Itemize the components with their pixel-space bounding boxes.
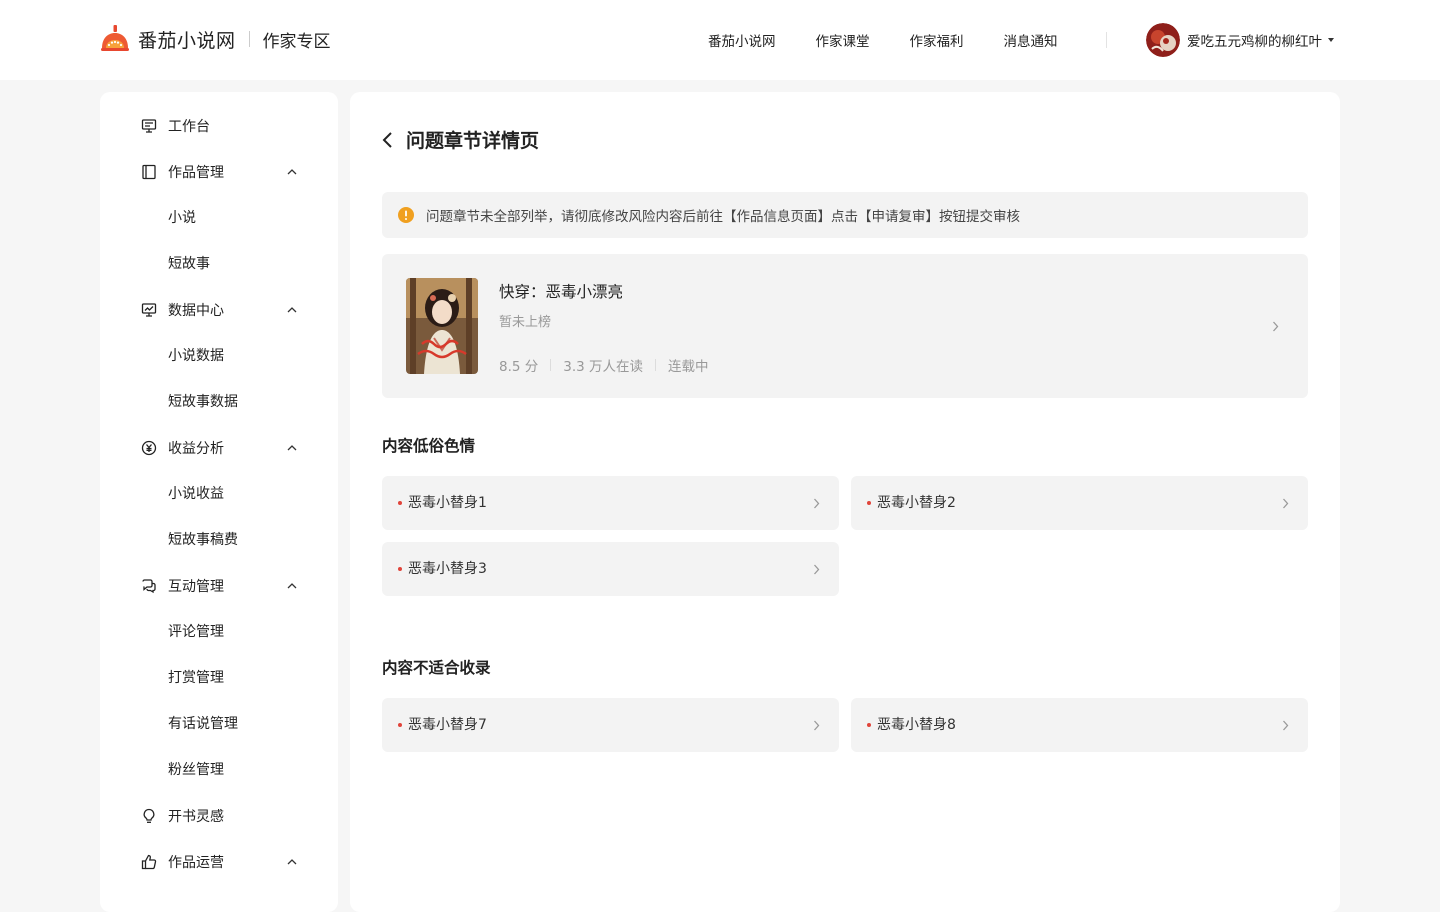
- section-title: 内容不适合收录: [382, 659, 491, 677]
- chapter-item[interactable]: 恶毒小替身3: [382, 542, 839, 596]
- sidebar-subitem-fans[interactable]: 粉丝管理: [168, 758, 224, 782]
- sidebar-subitem-novel-data[interactable]: 小说数据: [168, 344, 224, 368]
- meta-divider: [550, 359, 552, 371]
- chapter-name: 恶毒小替身8: [877, 717, 956, 733]
- user-name: 爱吃五元鸡柳的柳红叶: [1187, 34, 1322, 50]
- sidebar-item-label: 工作台: [168, 119, 210, 135]
- chat-icon: [140, 577, 158, 595]
- nav-item-notifications[interactable]: 消息通知: [1004, 30, 1058, 50]
- avatar: [1146, 23, 1180, 57]
- book-rank: 暂未上榜: [499, 315, 552, 330]
- section-title: 内容低俗色情: [382, 437, 476, 455]
- chevron-up-icon[interactable]: [286, 436, 298, 460]
- sidebar-subitem-novel-income[interactable]: 小说收益: [168, 482, 224, 506]
- bullet-dot: [867, 501, 871, 505]
- sidebar-item-inspiration[interactable]: 开书灵感: [140, 804, 224, 828]
- logo[interactable]: 番茄小说网 作家专区: [100, 24, 331, 54]
- chart-icon: [140, 301, 158, 319]
- nav-item-writer-benefits[interactable]: 作家福利: [910, 30, 964, 50]
- chevron-right-icon: [813, 493, 821, 513]
- sidebar-item-label: 作品运营: [168, 855, 224, 871]
- sidebar-subitem-short-story[interactable]: 短故事: [168, 252, 210, 276]
- sidebar-subitem-rewards[interactable]: 打赏管理: [168, 666, 224, 690]
- logo-divider: [248, 31, 250, 47]
- zone-name: 作家专区: [262, 31, 331, 52]
- sidebar-item-label: 开书灵感: [168, 809, 224, 825]
- sidebar-item-income[interactable]: 收益分析: [140, 436, 224, 460]
- chapter-name: 恶毒小替身2: [877, 495, 956, 511]
- page-title: 问题章节详情页: [406, 130, 540, 152]
- sidebar-item-label: 收益分析: [168, 441, 224, 457]
- sidebar-item-label: 作品管理: [168, 165, 224, 181]
- chevron-up-icon[interactable]: [286, 574, 298, 598]
- chevron-up-icon[interactable]: [286, 298, 298, 322]
- chevron-right-icon: [1272, 316, 1282, 336]
- sidebar-item-operations[interactable]: 作品运营: [140, 850, 224, 874]
- sidebar-item-label: 互动管理: [168, 579, 224, 595]
- sidebar-item-interaction[interactable]: 互动管理: [140, 574, 224, 598]
- bullet-dot: [398, 723, 402, 727]
- tomato-logo-icon: [100, 24, 130, 54]
- sidebar-item-label: 数据中心: [168, 303, 224, 319]
- thumbs-up-icon: [140, 853, 158, 871]
- warning-icon: [398, 207, 414, 223]
- book-cover: [406, 278, 478, 374]
- caret-down-icon: [1328, 38, 1334, 42]
- warning-notice: 问题章节未全部列举，请彻底修改风险内容后前往【作品信息页面】点击【申请复审】按钮…: [382, 192, 1308, 238]
- meta-divider: [655, 359, 657, 371]
- chevron-right-icon: [813, 715, 821, 735]
- book-icon: [140, 163, 158, 181]
- sidebar-subitem-short-story-data[interactable]: 短故事数据: [168, 390, 238, 414]
- site-name: 番茄小说网: [138, 29, 236, 52]
- top-nav: 番茄小说网 作家课堂 作家福利 消息通知: [708, 0, 1098, 80]
- monitor-icon: [140, 117, 158, 135]
- notice-text: 问题章节未全部列举，请彻底修改风险内容后前往【作品信息页面】点击【申请复审】按钮…: [426, 209, 1020, 225]
- bullet-dot: [398, 501, 402, 505]
- bullet-dot: [867, 723, 871, 727]
- chevron-up-icon[interactable]: [286, 850, 298, 874]
- book-meta: 8.5 分 3.3 万人在读 连载中: [499, 355, 709, 375]
- book-score: 8.5 分: [499, 359, 539, 375]
- sidebar-item-data-center[interactable]: 数据中心: [140, 298, 224, 322]
- chevron-right-icon: [1282, 493, 1290, 513]
- lightbulb-icon: [140, 807, 158, 825]
- book-title: 快穿：恶毒小漂亮: [499, 283, 624, 301]
- chevron-right-icon: [1282, 715, 1290, 735]
- yen-icon: [140, 439, 158, 457]
- chevron-up-icon[interactable]: [286, 160, 298, 184]
- sidebar-subitem-comments[interactable]: 评论管理: [168, 620, 224, 644]
- sidebar-item-works[interactable]: 作品管理: [140, 160, 224, 184]
- sidebar-subitem-novel[interactable]: 小说: [168, 206, 196, 230]
- main-panel: 问题章节详情页 问题章节未全部列举，请彻底修改风险内容后前往【作品信息页面】点击…: [350, 92, 1340, 912]
- book-readers: 3.3 万人在读: [563, 359, 644, 375]
- chevron-right-icon: [813, 559, 821, 579]
- title-row: 问题章节详情页: [382, 126, 539, 153]
- chapter-name: 恶毒小替身1: [408, 495, 487, 511]
- nav-item-writer-class[interactable]: 作家课堂: [816, 30, 870, 50]
- book-status: 连载中: [668, 359, 709, 375]
- book-card[interactable]: 快穿：恶毒小漂亮 暂未上榜 8.5 分 3.3 万人在读 连载中: [382, 254, 1308, 398]
- user-menu[interactable]: 爱吃五元鸡柳的柳红叶: [1146, 22, 1334, 58]
- sidebar-item-workbench[interactable]: 工作台: [140, 114, 210, 138]
- chapter-item[interactable]: 恶毒小替身8: [851, 698, 1308, 752]
- sidebar: 工作台 作品管理 小说 短故事 数据中心 小说数据 短故事数据 收益分析 小说收…: [100, 92, 338, 912]
- top-header: 番茄小说网 作家专区 番茄小说网 作家课堂 作家福利 消息通知 爱吃五元鸡柳的柳…: [0, 0, 1440, 80]
- chapter-item[interactable]: 恶毒小替身7: [382, 698, 839, 752]
- nav-divider: [1106, 32, 1107, 48]
- sidebar-subitem-short-story-fee[interactable]: 短故事稿费: [168, 528, 238, 552]
- chapter-item[interactable]: 恶毒小替身1: [382, 476, 839, 530]
- back-arrow-icon[interactable]: [382, 128, 402, 152]
- chapter-name: 恶毒小替身7: [408, 717, 487, 733]
- chapter-name: 恶毒小替身3: [408, 561, 487, 577]
- nav-item-fanqie[interactable]: 番茄小说网: [708, 30, 776, 50]
- bullet-dot: [398, 567, 402, 571]
- sidebar-subitem-author-notes[interactable]: 有话说管理: [168, 712, 238, 736]
- chapter-item[interactable]: 恶毒小替身2: [851, 476, 1308, 530]
